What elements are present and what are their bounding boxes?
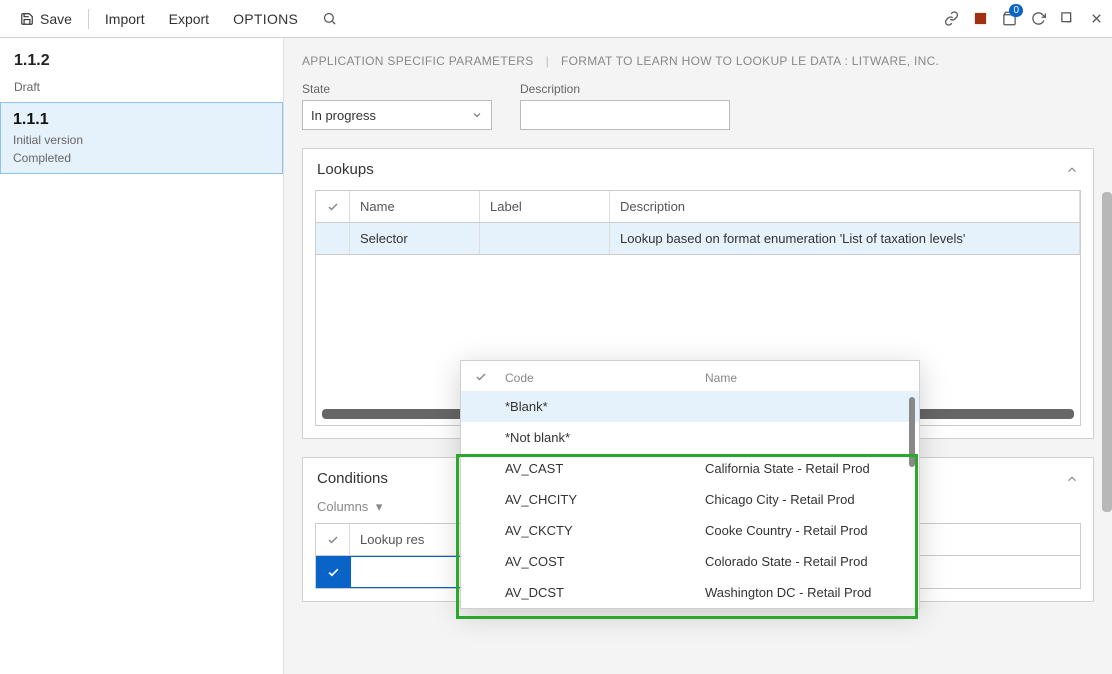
dropdown-name: California State - Retail Prod <box>705 461 905 476</box>
dropdown-item[interactable]: *Not blank* <box>461 422 919 453</box>
breadcrumb-separator: | <box>546 54 549 68</box>
version-item[interactable]: 1.1.2 Draft <box>14 52 269 94</box>
dropdown-name: Cooke Country - Retail Prod <box>705 523 905 538</box>
breadcrumb: APPLICATION SPECIFIC PARAMETERS | FORMAT… <box>302 54 1094 68</box>
export-button[interactable]: Export <box>157 5 221 33</box>
lookups-header[interactable]: Lookups <box>303 149 1093 190</box>
dropdown-col-name[interactable]: Name <box>705 371 905 385</box>
version-item-active[interactable]: 1.1.1 Initial version Completed <box>0 102 283 174</box>
toolbar-left: Save Import Export OPTIONS <box>8 5 349 33</box>
search-icon <box>322 11 337 26</box>
separator <box>88 9 89 29</box>
save-icon <box>20 12 34 26</box>
select-all-check[interactable] <box>316 524 350 555</box>
state-label: State <box>302 82 492 96</box>
chevron-up-icon[interactable] <box>1065 472 1079 486</box>
dropdown-scrollbar[interactable] <box>909 397 915 467</box>
description-field: Description <box>520 82 730 130</box>
row-check-active[interactable] <box>316 556 350 588</box>
close-icon[interactable] <box>1089 11 1104 26</box>
state-select[interactable]: In progress <box>302 100 492 130</box>
dropdown-code: AV_COST <box>505 554 705 569</box>
dropdown-item[interactable]: AV_DCST Washington DC - Retail Prod <box>461 577 919 608</box>
office-icon[interactable] <box>973 11 988 26</box>
table-row[interactable]: Selector Lookup based on format enumerat… <box>316 223 1080 255</box>
version-sidebar: 1.1.2 Draft 1.1.1 Initial version Comple… <box>0 38 284 674</box>
code-dropdown-panel: Code Name *Blank* *Not blank* AV_CAST Ca… <box>460 360 920 609</box>
top-toolbar: Save Import Export OPTIONS 0 <box>0 0 1112 38</box>
version-status: Draft <box>14 80 269 94</box>
import-button[interactable]: Import <box>93 5 157 33</box>
dropdown-name <box>705 399 905 414</box>
breadcrumb-item[interactable]: APPLICATION SPECIFIC PARAMETERS <box>302 54 534 68</box>
row-name: Selector <box>350 223 480 254</box>
dropdown-select-all[interactable] <box>475 371 505 385</box>
breadcrumb-item: FORMAT TO LEARN HOW TO LOOKUP LE DATA : … <box>561 54 939 68</box>
dropdown-header: Code Name <box>461 361 919 391</box>
form-row: State In progress Description <box>302 82 1094 130</box>
state-value: In progress <box>311 108 376 123</box>
select-all-check[interactable] <box>316 191 350 222</box>
description-label: Description <box>520 82 730 96</box>
dropdown-item[interactable]: AV_CHCITY Chicago City - Retail Prod <box>461 484 919 515</box>
lookups-table-header: Name Label Description <box>316 191 1080 223</box>
state-field: State In progress <box>302 82 492 130</box>
description-input[interactable] <box>520 100 730 130</box>
dropdown-code: *Not blank* <box>505 430 705 445</box>
notification-count: 0 <box>1009 4 1023 17</box>
save-button[interactable]: Save <box>8 5 84 33</box>
check-icon <box>327 566 340 579</box>
chevron-up-icon[interactable] <box>1065 163 1079 177</box>
row-description: Lookup based on format enumeration 'List… <box>610 223 1080 254</box>
col-description[interactable]: Description <box>610 191 1080 222</box>
version-number: 1.1.1 <box>13 111 270 129</box>
dropdown-code: AV_CHCITY <box>505 492 705 507</box>
link-icon[interactable] <box>944 11 959 26</box>
version-status: Completed <box>13 151 270 165</box>
search-button[interactable] <box>310 5 349 32</box>
popout-icon[interactable] <box>1060 11 1075 26</box>
check-icon <box>475 371 487 383</box>
dropdown-item[interactable]: AV_CAST California State - Retail Prod <box>461 453 919 484</box>
version-subtitle: Initial version <box>13 133 270 147</box>
conditions-title: Conditions <box>317 470 388 487</box>
version-number: 1.1.2 <box>14 52 269 70</box>
dropdown-name <box>705 430 905 445</box>
chevron-down-icon <box>471 109 483 121</box>
col-name[interactable]: Name <box>350 191 480 222</box>
dropdown-code: AV_DCST <box>505 585 705 600</box>
dropdown-name: Colorado State - Retail Prod <box>705 554 905 569</box>
dropdown-code: AV_CKCTY <box>505 523 705 538</box>
refresh-icon[interactable] <box>1031 11 1046 26</box>
check-icon <box>327 201 339 213</box>
dropdown-item[interactable]: *Blank* <box>461 391 919 422</box>
dropdown-item[interactable]: AV_COST Colorado State - Retail Prod <box>461 546 919 577</box>
col-label[interactable]: Label <box>480 191 610 222</box>
lookups-title: Lookups <box>317 161 374 178</box>
dropdown-code: *Blank* <box>505 399 705 414</box>
dropdown-name: Washington DC - Retail Prod <box>705 585 905 600</box>
row-check[interactable] <box>316 223 350 254</box>
toolbar-right: 0 <box>944 10 1104 27</box>
dropdown-item[interactable]: AV_CKCTY Cooke Country - Retail Prod <box>461 515 919 546</box>
options-button[interactable]: OPTIONS <box>221 5 310 33</box>
dropdown-col-code[interactable]: Code <box>505 371 705 385</box>
dropdown-code: AV_CAST <box>505 461 705 476</box>
notification-button[interactable]: 0 <box>1002 10 1017 27</box>
dropdown-name: Chicago City - Retail Prod <box>705 492 905 507</box>
save-label: Save <box>40 11 72 27</box>
row-label <box>480 223 610 254</box>
vertical-scrollbar[interactable] <box>1102 192 1112 512</box>
check-icon <box>327 534 339 546</box>
